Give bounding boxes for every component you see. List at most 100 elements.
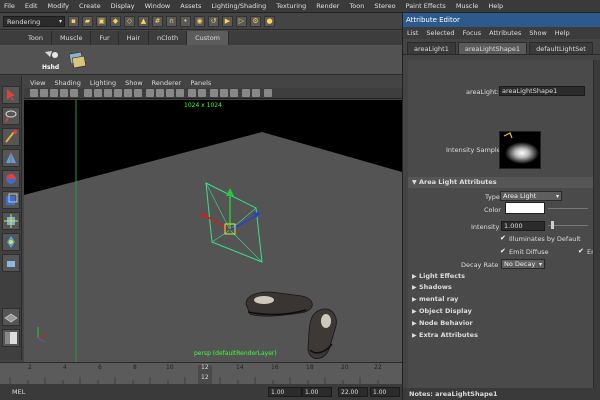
intensity-slider[interactable]	[548, 225, 588, 226]
hypershade-icon[interactable]: ●	[264, 15, 275, 27]
menu-create[interactable]: Create	[79, 2, 101, 10]
resolution-gate-icon[interactable]	[94, 89, 102, 97]
xray-joints-icon[interactable]	[220, 89, 228, 97]
emit-diffuse-checkbox[interactable]: ✔	[500, 248, 506, 255]
wireframe-on-shaded-icon[interactable]	[166, 89, 174, 97]
section-light-effects[interactable]: ▶ Light Effects	[408, 271, 594, 282]
menu-muscle[interactable]: Muscle	[456, 2, 479, 10]
menu-assets[interactable]: Assets	[180, 2, 201, 10]
select-hierarchy-icon[interactable]: ◆	[110, 15, 121, 27]
color-swatch[interactable]	[505, 202, 545, 214]
decay-rate-dropdown[interactable]: No Decay	[501, 259, 545, 269]
section-node-behavior[interactable]: ▶ Node Behavior	[408, 318, 594, 329]
ae-tab-arealight1[interactable]: areaLight1	[407, 42, 456, 54]
light-type-dropdown[interactable]: Area Light	[500, 191, 562, 201]
range-start-field[interactable]: 1.00	[268, 387, 302, 397]
safe-action-icon[interactable]	[124, 89, 132, 97]
menu-texturing[interactable]: Texturing	[276, 2, 306, 10]
ae-menu-show[interactable]: Show	[529, 29, 547, 37]
use-all-lights-icon[interactable]	[188, 89, 196, 97]
emit-specular-checkbox[interactable]: ✔	[578, 248, 584, 255]
render-frame-icon[interactable]: ▶	[222, 15, 233, 27]
range-min-field[interactable]: 1.00	[302, 387, 332, 397]
hypershade-shelf-icon[interactable]: Hshd	[40, 49, 62, 71]
time-slider[interactable]: 2 4 6 8 10 12 14 16 18 20 22 12	[0, 362, 402, 385]
snap-surface-icon[interactable]: ◉	[194, 15, 205, 27]
range-max-field[interactable]: 22.00	[338, 387, 368, 397]
bookmark-icon[interactable]	[50, 89, 58, 97]
menu-file[interactable]: File	[4, 2, 15, 10]
smooth-shade-icon[interactable]	[156, 89, 164, 97]
menu-paint-effects[interactable]: Paint Effects	[406, 2, 446, 10]
gate-mask-icon[interactable]	[104, 89, 112, 97]
illuminates-by-default-checkbox[interactable]: ✔	[500, 235, 506, 242]
menu-set-dropdown[interactable]: Rendering	[3, 15, 65, 27]
intensity-slider-handle[interactable]	[551, 221, 554, 229]
image-plane-icon[interactable]	[60, 89, 68, 97]
shelf-tab-ncloth[interactable]: nCloth	[149, 31, 188, 45]
menu-help[interactable]: Help	[488, 2, 503, 10]
shelf-tab-custom[interactable]: Custom	[187, 31, 230, 45]
scale-tool-icon[interactable]	[2, 191, 20, 209]
section-extra-attributes[interactable]: ▶ Extra Attributes	[408, 330, 594, 341]
manipulator-tool-icon[interactable]	[2, 212, 20, 230]
attribute-editor-scrollbar[interactable]	[593, 60, 600, 390]
shelf-tab-fur[interactable]: Fur	[91, 31, 119, 45]
shelf-tab-hair[interactable]: Hair	[119, 31, 149, 45]
section-area-light-attributes[interactable]: ▼ Area Light Attributes	[408, 177, 594, 188]
ae-tab-defaultlightset[interactable]: defaultLightSet	[529, 42, 593, 54]
panel-menu-lighting[interactable]: Lighting	[90, 79, 116, 87]
panel-menu-renderer[interactable]: Renderer	[152, 79, 182, 87]
backface-culling-icon[interactable]	[230, 89, 238, 97]
snap-curve-icon[interactable]: ∩	[166, 15, 177, 27]
wireframe-icon[interactable]	[146, 89, 154, 97]
ae-menu-list[interactable]: List	[407, 29, 418, 37]
film-gate-icon[interactable]	[84, 89, 92, 97]
history-icon[interactable]: ↺	[208, 15, 219, 27]
ae-menu-attributes[interactable]: Attributes	[489, 29, 521, 37]
textured-icon[interactable]	[176, 89, 184, 97]
menu-toon[interactable]: Toon	[349, 2, 364, 10]
layout-single-icon[interactable]	[2, 308, 20, 326]
ae-menu-focus[interactable]: Focus	[463, 29, 482, 37]
ipr-render-icon[interactable]: ▷	[236, 15, 247, 27]
soft-mod-tool-icon[interactable]	[2, 233, 20, 251]
select-component-icon[interactable]: ▲	[138, 15, 149, 27]
menu-modify[interactable]: Modify	[47, 2, 69, 10]
show-hud-icon[interactable]	[264, 89, 272, 97]
ae-menu-help[interactable]: Help	[555, 29, 570, 37]
camera-attributes-icon[interactable]	[40, 89, 48, 97]
save-scene-icon[interactable]: ▣	[96, 15, 107, 27]
panel-menu-shading[interactable]: Shading	[54, 79, 80, 87]
move-tool-icon[interactable]	[2, 149, 20, 167]
color-slider[interactable]	[548, 208, 588, 209]
menu-render[interactable]: Render	[316, 2, 339, 10]
grid-toggle-icon[interactable]	[70, 89, 78, 97]
last-tool-icon[interactable]	[2, 254, 20, 272]
panel-menu-view[interactable]: View	[30, 79, 45, 87]
node-name-field[interactable]: areaLightShape1	[499, 86, 585, 96]
rotate-tool-icon[interactable]	[2, 170, 20, 188]
range-end-field[interactable]: 1.00	[370, 387, 400, 397]
paint-select-tool-icon[interactable]	[2, 128, 20, 146]
menu-stereo[interactable]: Stereo	[374, 2, 395, 10]
field-chart-icon[interactable]	[114, 89, 122, 97]
snap-grid-icon[interactable]: #	[152, 15, 163, 27]
section-mental-ray[interactable]: ▶ mental ray	[408, 294, 594, 305]
render-view-shelf-icon[interactable]	[66, 49, 88, 71]
safe-title-icon[interactable]	[134, 89, 142, 97]
layout-persp-outliner-icon[interactable]	[2, 329, 20, 347]
lasso-tool-icon[interactable]	[2, 107, 20, 125]
section-shadows[interactable]: ▶ Shadows	[408, 282, 594, 293]
render-settings-icon[interactable]: ⚙	[250, 15, 261, 27]
ae-menu-selected[interactable]: Selected	[426, 29, 454, 37]
menu-edit[interactable]: Edit	[25, 2, 38, 10]
shelf-tab-muscle[interactable]: Muscle	[52, 31, 92, 45]
menu-display[interactable]: Display	[111, 2, 135, 10]
section-object-display[interactable]: ▶ Object Display	[408, 306, 594, 317]
camera-select-icon[interactable]	[30, 89, 38, 97]
ae-tab-arealightshape1[interactable]: areaLightShape1	[457, 42, 528, 54]
new-scene-icon[interactable]: ▪	[68, 15, 79, 27]
menu-lighting-shading[interactable]: Lighting/Shading	[211, 2, 266, 10]
perspective-viewport[interactable]: 1024 x 1024 persp (defaultRenderLayer)	[24, 100, 402, 362]
